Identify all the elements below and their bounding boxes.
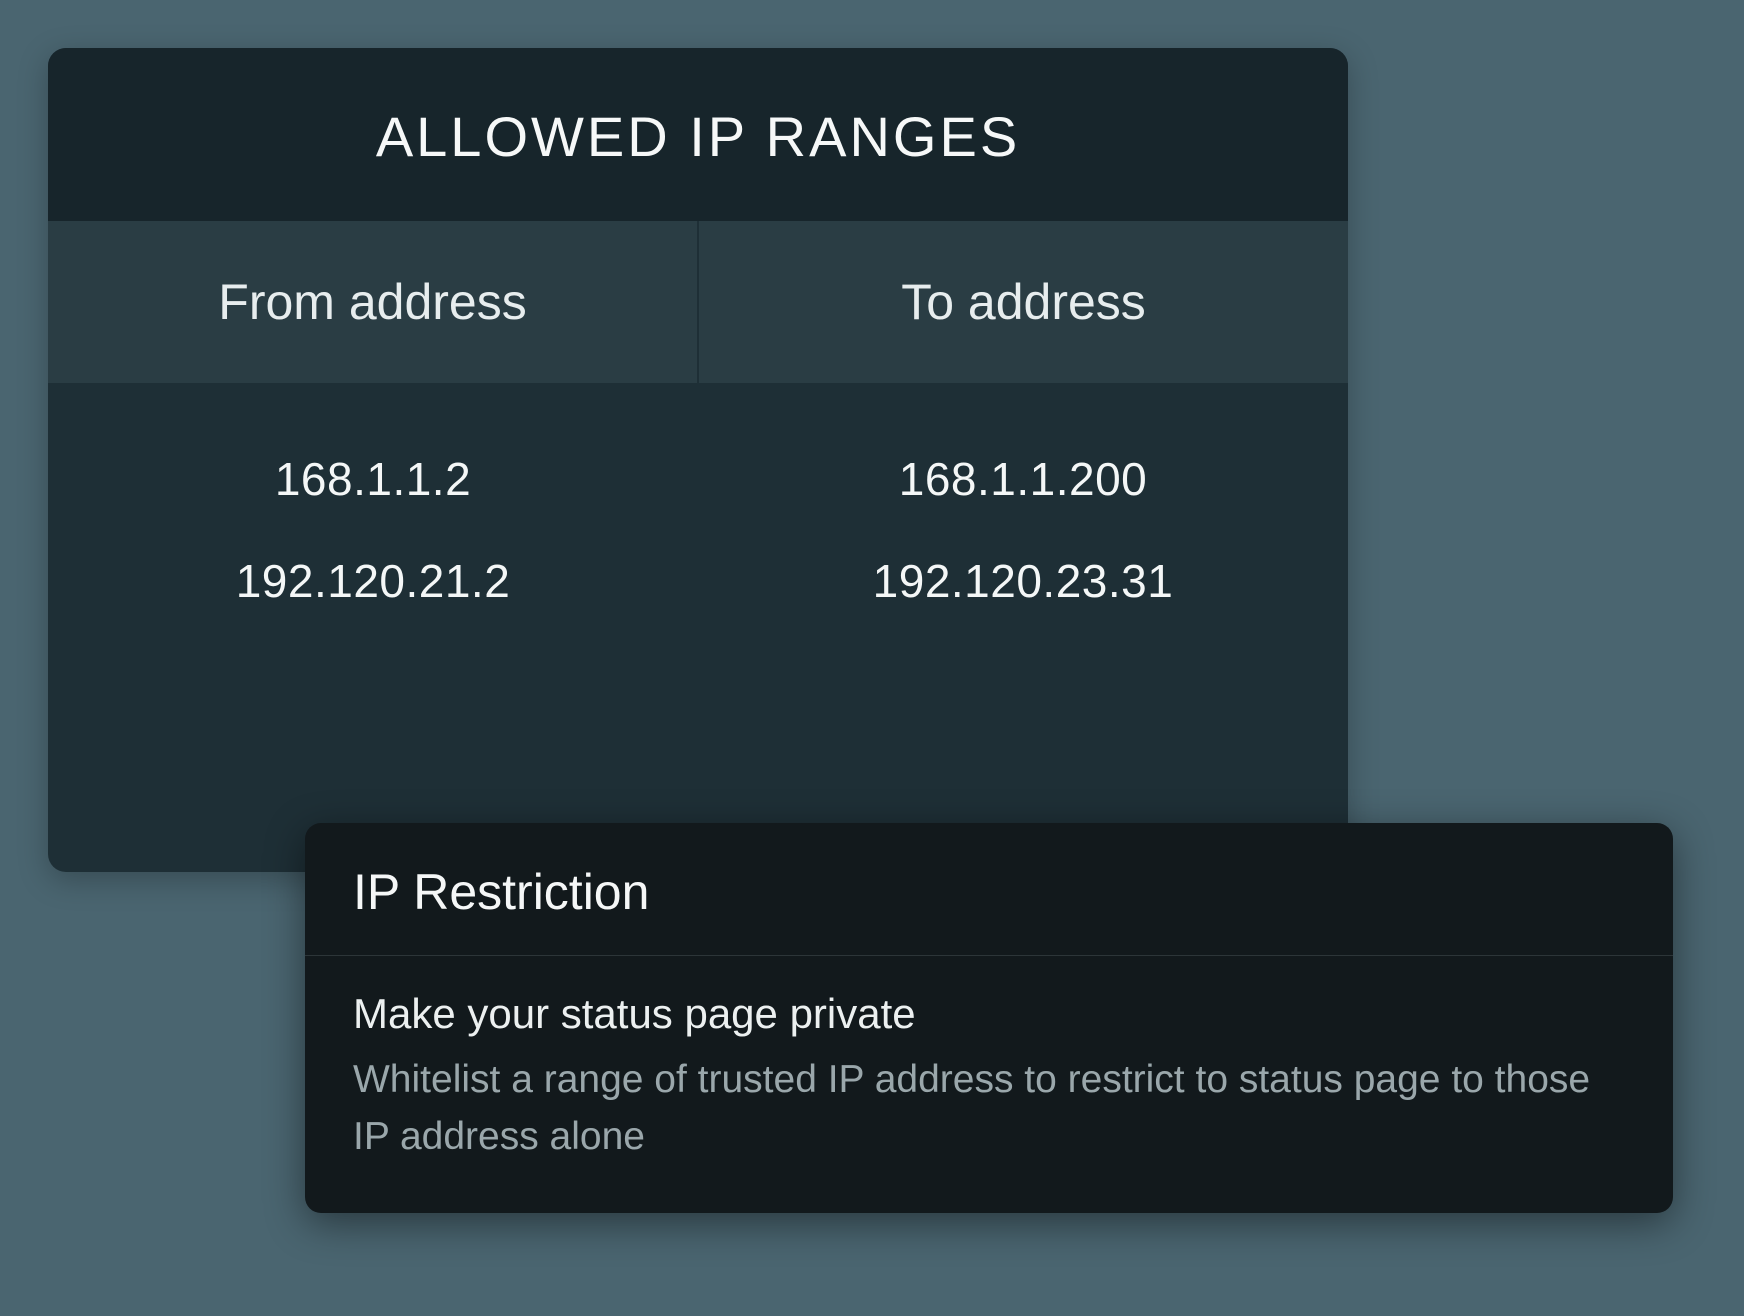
to-address-cell: 192.120.23.31 [698,530,1348,632]
table-title: ALLOWED IP RANGES [48,48,1348,221]
tooltip-heading: Make your status page private [353,990,1625,1038]
tooltip-description: Whitelist a range of trusted IP address … [353,1052,1625,1165]
tooltip-title: IP Restriction [305,823,1673,956]
from-address-cell: 168.1.1.2 [48,428,698,530]
table-row: 192.120.21.2 192.120.23.31 [48,530,1348,632]
from-address-cell: 192.120.21.2 [48,530,698,632]
ip-restriction-tooltip: IP Restriction Make your status page pri… [305,823,1673,1213]
table-row: 168.1.1.2 168.1.1.200 [48,428,1348,530]
to-address-cell: 168.1.1.200 [698,428,1348,530]
table-header-row: From address To address [48,221,1348,384]
column-header-from: From address [48,221,699,383]
tooltip-body: Make your status page private Whitelist … [305,956,1673,1213]
allowed-ip-ranges-table: ALLOWED IP RANGES From address To addres… [48,48,1348,872]
table-body: 168.1.1.2 168.1.1.200 192.120.21.2 192.1… [48,384,1348,872]
column-header-to: To address [699,221,1348,383]
